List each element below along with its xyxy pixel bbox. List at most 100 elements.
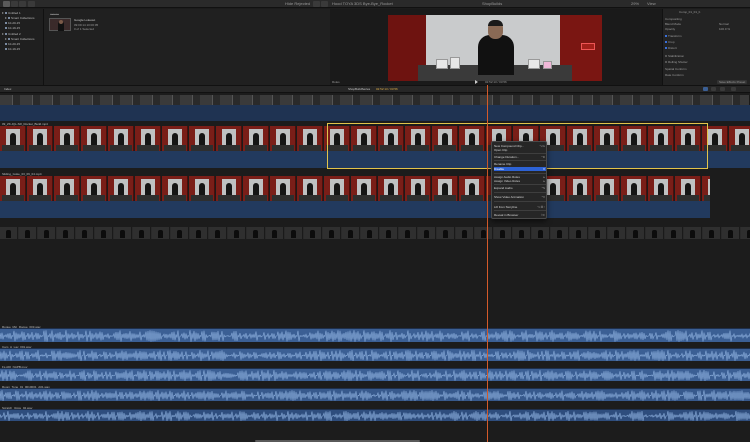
filmstrip-frame — [297, 176, 323, 201]
filmstrip-frame — [108, 126, 134, 151]
menu-item-disable[interactable]: Disable V — [494, 167, 546, 171]
library-item[interactable]: Smart Collections — [5, 16, 35, 20]
library-item[interactable]: Untitled 1 — [2, 11, 21, 15]
inspector-title: Comp_01_01_b — [679, 10, 701, 14]
library-item[interactable]: 10-19-15 — [5, 47, 20, 51]
presenter — [478, 35, 514, 75]
clip-appearance-icon[interactable] — [703, 87, 708, 91]
stabilization-row[interactable]: Stabilization — [665, 54, 684, 58]
audio-clip[interactable] — [0, 409, 750, 422]
library-icon — [5, 33, 7, 35]
transform-row[interactable]: Transform — [665, 34, 682, 38]
checkbox-icon[interactable] — [665, 47, 667, 49]
filmstrip-frame — [703, 227, 721, 239]
filmstrip-frame — [95, 227, 113, 239]
menu-item-expand-audio[interactable]: Expand Audio ^S — [494, 186, 546, 190]
filmstrip-frame — [190, 227, 208, 239]
checkbox-icon[interactable] — [665, 35, 667, 37]
menu-separator — [494, 173, 546, 174]
blend-mode-select[interactable]: Normal — [719, 22, 729, 26]
top-audio-lane[interactable] — [0, 105, 750, 121]
library-toggle-icon[interactable] — [3, 1, 10, 7]
audio-clip[interactable] — [0, 328, 750, 342]
titles-icon[interactable] — [19, 1, 26, 7]
filmstrip-frame — [270, 176, 296, 201]
filmstrip-frame — [57, 227, 75, 239]
play-icon[interactable] — [475, 80, 478, 84]
filmstrip-view-icon[interactable] — [313, 1, 320, 7]
filmstrip-frame — [243, 176, 269, 201]
filter-dropdown[interactable]: Hide Rejected — [285, 1, 310, 7]
filmstrip-frame — [627, 227, 645, 239]
filmstrip-frame — [216, 176, 242, 201]
broll-clip-strip[interactable] — [0, 227, 750, 239]
opacity-field[interactable]: 100.0 % — [719, 27, 730, 31]
waveform — [0, 350, 750, 361]
filmstrip-frame — [475, 227, 493, 239]
top-connected-clip[interactable] — [0, 95, 750, 105]
skimming-icon[interactable] — [711, 87, 716, 91]
product-box — [543, 61, 552, 69]
filmstrip-frame — [665, 227, 683, 239]
spatial-conform-row[interactable]: Spatial Conform — [665, 67, 687, 71]
menu-item-open-clip[interactable]: Open Clip — [494, 148, 546, 152]
filmstrip-frame — [152, 227, 170, 239]
menu-item-lift-from-storyline[interactable]: Lift from Storyline ⌥⌘↑ — [494, 205, 546, 209]
filmstrip-frame — [684, 227, 702, 239]
filmstrip-frame — [513, 227, 531, 239]
rate-conform-row[interactable]: Rate Conform — [665, 73, 684, 77]
crop-row[interactable]: Crop — [665, 40, 675, 44]
filmstrip-frame — [567, 176, 593, 201]
save-effects-preset-button[interactable]: Save Effects Preset — [717, 80, 748, 84]
library-item[interactable]: 10-20-15 — [5, 21, 20, 25]
library-item[interactable]: Smart Collections — [5, 37, 35, 41]
audio-clip[interactable] — [0, 348, 750, 361]
filmstrip-frame — [189, 126, 215, 151]
clip-thumbnail[interactable] — [49, 18, 71, 31]
snapping-icon[interactable] — [720, 87, 725, 91]
checkbox-icon[interactable] — [665, 61, 667, 63]
audio-clip[interactable] — [0, 368, 750, 382]
filmstrip-frame — [323, 227, 341, 239]
filmstrip-frame — [675, 176, 701, 201]
disclosure-triangle-icon[interactable] — [2, 12, 4, 14]
library-item[interactable]: 10-20-15 — [5, 42, 20, 46]
filmstrip-frame — [171, 227, 189, 239]
menu-item-assign-video-roles[interactable]: Assign Video Roles ▸ — [494, 179, 546, 183]
checkbox-icon[interactable] — [665, 41, 667, 43]
menu-item-rename-clip[interactable]: Rename Clip — [494, 162, 546, 166]
disclosure-triangle-icon[interactable] — [5, 17, 7, 19]
product-box — [450, 57, 460, 69]
disclosure-triangle-icon[interactable] — [5, 38, 7, 40]
filmstrip-frame — [648, 176, 674, 201]
top-toolbar: Hide Rejected Hood TOYA 3DS Bye-Bye_Rock… — [0, 0, 750, 8]
audio-clip[interactable] — [0, 388, 750, 401]
playhead[interactable] — [487, 85, 488, 442]
video-clip-strip[interactable] — [0, 176, 710, 201]
clip-title: Google Lokeout — [74, 18, 96, 22]
menu-item-show-video-animation[interactable]: Show Video Animation ^V — [494, 195, 546, 199]
folder-icon — [8, 17, 10, 19]
filmstrip-frame — [399, 227, 417, 239]
disclosure-triangle-icon[interactable] — [2, 33, 4, 35]
library-item[interactable]: Untitled 2 — [2, 32, 21, 36]
index-button[interactable]: Index — [4, 87, 11, 91]
import-icon[interactable] — [28, 1, 35, 7]
audio-skimming-icon[interactable] — [731, 87, 736, 91]
library-item[interactable]: 10-19-15 — [5, 26, 20, 30]
filmstrip-frame — [494, 227, 512, 239]
view-dropdown[interactable]: View — [647, 1, 656, 7]
filmstrip-frame — [551, 227, 569, 239]
photos-icon[interactable] — [11, 1, 18, 7]
distort-row[interactable]: Distort — [665, 46, 677, 50]
filmstrip-frame — [405, 176, 431, 201]
zoom-dropdown[interactable]: 29% — [631, 1, 639, 7]
checkbox-icon[interactable] — [665, 55, 667, 57]
menu-item-reveal-in-browser[interactable]: Reveal in Browser ⇧F — [494, 213, 546, 217]
on-screen-sign — [581, 43, 595, 50]
menu-item-change-duration[interactable]: Change Duration... ^D — [494, 155, 546, 159]
list-view-icon[interactable] — [321, 1, 328, 7]
rolling-shutter-row[interactable]: Rolling Shutter — [665, 60, 688, 64]
viewer-frame[interactable] — [388, 15, 602, 81]
clip-audio[interactable] — [0, 201, 710, 218]
